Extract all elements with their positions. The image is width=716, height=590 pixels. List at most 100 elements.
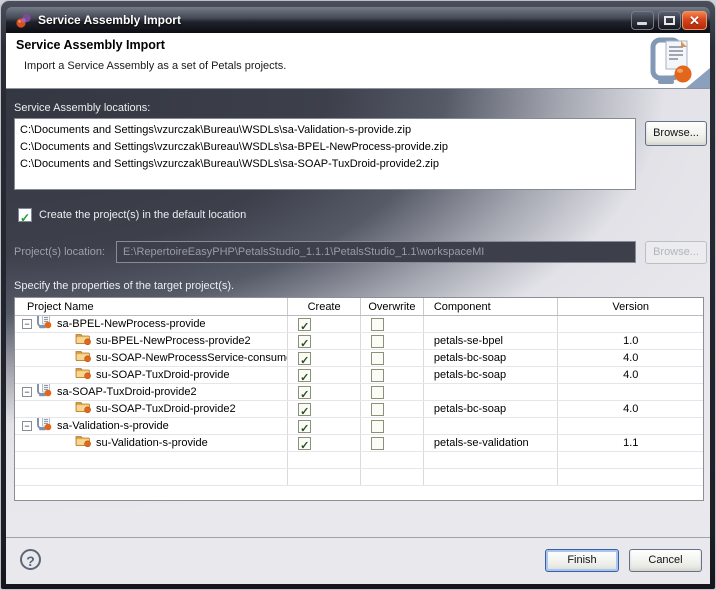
overwrite-checkbox[interactable]: ✓ <box>371 420 384 433</box>
version-cell: 4.0 <box>558 350 703 366</box>
column-overwrite[interactable]: Overwrite <box>361 298 424 315</box>
tree-collapse-icon[interactable]: − <box>22 319 32 329</box>
component-cell <box>424 316 559 332</box>
column-create[interactable]: Create <box>288 298 361 315</box>
table-row[interactable]: su-Validation-s-provide ✓ ✓ petals-se-va… <box>15 435 703 452</box>
table-row[interactable]: su-SOAP-TuxDroid-provide ✓ ✓ petals-bc-s… <box>15 367 703 384</box>
version-cell <box>558 384 703 400</box>
create-checkbox[interactable]: ✓ <box>298 386 311 399</box>
version-cell: 4.0 <box>558 367 703 383</box>
project-name: sa-SOAP-TuxDroid-provide2 <box>57 384 197 400</box>
help-icon: ? <box>26 553 35 569</box>
location-item[interactable]: C:\Documents and Settings\vzurczak\Burea… <box>20 122 630 139</box>
table-row[interactable]: − sa-SOAP-TuxDroid-provide2 ✓ ✓ <box>15 384 703 401</box>
tree-collapse-icon[interactable]: − <box>22 421 32 431</box>
title-bar[interactable]: Service Assembly Import ✕ <box>6 7 710 33</box>
close-button[interactable]: ✕ <box>682 11 707 30</box>
cancel-button[interactable]: Cancel <box>629 549 702 572</box>
component-cell: petals-bc-soap <box>424 401 559 417</box>
table-row[interactable]: su-SOAP-NewProcessService-consume ✓ ✓ pe… <box>15 350 703 367</box>
create-checkbox[interactable]: ✓ <box>298 403 311 416</box>
petals-logo-icon <box>15 12 33 34</box>
assembly-locations-list[interactable]: C:\Documents and Settings\vzurczak\Burea… <box>14 118 636 190</box>
table-row[interactable]: su-SOAP-TuxDroid-provide2 ✓ ✓ petals-bc-… <box>15 401 703 418</box>
browse-project-location-button[interactable]: Browse... <box>645 241 707 264</box>
version-cell <box>558 418 703 434</box>
component-cell: petals-bc-soap <box>424 367 559 383</box>
empty-table-row <box>15 469 703 486</box>
project-name: su-BPEL-NewProcess-provide2 <box>96 333 251 349</box>
properties-label: Specify the properties of the target pro… <box>14 280 234 292</box>
overwrite-checkbox[interactable]: ✓ <box>371 437 384 450</box>
column-component[interactable]: Component <box>424 298 559 315</box>
service-unit-folder-icon <box>75 435 91 451</box>
project-name: su-SOAP-TuxDroid-provide2 <box>96 401 236 417</box>
create-checkbox[interactable]: ✓ <box>298 318 311 331</box>
table-row[interactable]: − sa-Validation-s-provide ✓ ✓ <box>15 418 703 435</box>
service-unit-folder-icon <box>75 401 91 417</box>
service-unit-folder-icon <box>75 367 91 383</box>
table-row[interactable]: su-BPEL-NewProcess-provide2 ✓ ✓ petals-s… <box>15 333 703 350</box>
locations-label: Service Assembly locations: <box>14 102 150 114</box>
default-location-label: Create the project(s) in the default loc… <box>39 209 246 221</box>
finish-button[interactable]: Finish <box>545 549 619 572</box>
page-title: Service Assembly Import <box>16 38 165 52</box>
column-version[interactable]: Version <box>558 298 703 315</box>
project-name: sa-Validation-s-provide <box>57 418 169 434</box>
minimize-icon <box>637 22 647 25</box>
service-assembly-icon <box>37 384 52 400</box>
project-name: su-Validation-s-provide <box>96 435 208 451</box>
component-cell <box>424 418 559 434</box>
check-icon: ✓ <box>20 211 30 225</box>
create-checkbox[interactable]: ✓ <box>298 437 311 450</box>
wizard-banner: Service Assembly Import Import a Service… <box>6 33 710 89</box>
service-assembly-icon <box>37 316 52 332</box>
overwrite-checkbox[interactable]: ✓ <box>371 403 384 416</box>
service-unit-folder-icon <box>75 350 91 366</box>
service-assembly-import-dialog: Service Assembly Import ✕ Service Assemb… <box>0 0 716 590</box>
projects-table[interactable]: Project Name Create Overwrite Component … <box>14 297 704 501</box>
table-header: Project Name Create Overwrite Component … <box>15 298 703 316</box>
help-button[interactable]: ? <box>20 549 41 570</box>
browse-locations-button[interactable]: Browse... <box>645 121 707 146</box>
maximize-button[interactable] <box>658 11 681 30</box>
column-project-name[interactable]: Project Name <box>15 298 288 315</box>
overwrite-checkbox[interactable]: ✓ <box>371 335 384 348</box>
empty-table-row <box>15 452 703 469</box>
project-name: su-SOAP-TuxDroid-provide <box>96 367 229 383</box>
location-item[interactable]: C:\Documents and Settings\vzurczak\Burea… <box>20 156 630 173</box>
version-cell: 1.0 <box>558 333 703 349</box>
version-cell <box>558 316 703 332</box>
default-location-checkbox[interactable]: ✓ <box>18 208 32 222</box>
overwrite-checkbox[interactable]: ✓ <box>371 352 384 365</box>
component-cell <box>424 384 559 400</box>
version-cell: 4.0 <box>558 401 703 417</box>
maximize-icon <box>664 16 675 25</box>
project-location-field[interactable]: E:\RepertoireEasyPHP\PetalsStudio_1.1.1\… <box>116 241 636 263</box>
component-cell: petals-bc-soap <box>424 350 559 366</box>
component-cell: petals-se-bpel <box>424 333 559 349</box>
banner-corner-decoration <box>686 68 710 88</box>
minimize-button[interactable] <box>631 11 654 30</box>
overwrite-checkbox[interactable]: ✓ <box>371 318 384 331</box>
overwrite-checkbox[interactable]: ✓ <box>371 386 384 399</box>
location-item[interactable]: C:\Documents and Settings\vzurczak\Burea… <box>20 139 630 156</box>
project-location-label: Project(s) location: <box>14 246 105 258</box>
service-assembly-icon <box>37 418 52 434</box>
project-name: su-SOAP-NewProcessService-consume <box>96 350 288 366</box>
table-row[interactable]: − sa-BPEL-NewProcess-provide ✓ ✓ <box>15 316 703 333</box>
button-bar: ? Finish Cancel <box>6 538 710 584</box>
wizard-page-body: Service Assembly locations: C:\Documents… <box>6 89 710 537</box>
create-checkbox[interactable]: ✓ <box>298 335 311 348</box>
create-checkbox[interactable]: ✓ <box>298 369 311 382</box>
create-checkbox[interactable]: ✓ <box>298 420 311 433</box>
create-checkbox[interactable]: ✓ <box>298 352 311 365</box>
component-cell: petals-se-validation <box>424 435 559 451</box>
tree-collapse-icon[interactable]: − <box>22 387 32 397</box>
project-name: sa-BPEL-NewProcess-provide <box>57 316 206 332</box>
window-frame: Service Assembly Import ✕ Service Assemb… <box>0 0 716 590</box>
page-description: Import a Service Assembly as a set of Pe… <box>24 60 286 72</box>
service-unit-folder-icon <box>75 333 91 349</box>
overwrite-checkbox[interactable]: ✓ <box>371 369 384 382</box>
close-icon: ✕ <box>683 12 706 30</box>
